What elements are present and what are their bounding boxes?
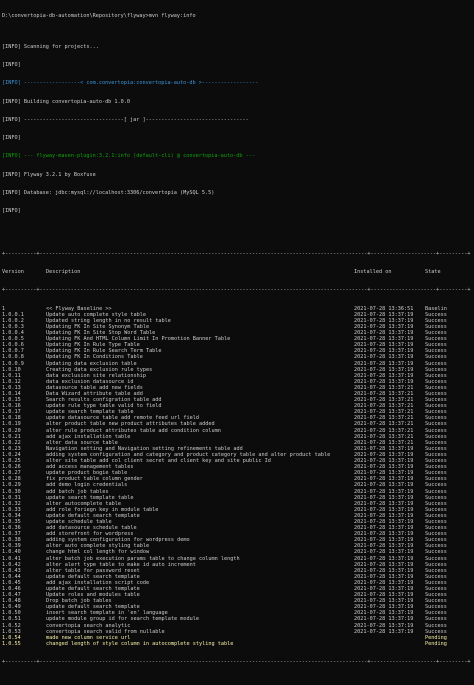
table-row: 1.0.55 changed length of style column in … (2, 641, 472, 647)
info-line: [INFO] (2, 135, 21, 142)
table-body: 1 << Flyway Baseline >> 2021-07-28 13:36:5… (2, 306, 472, 647)
description-cell: changed length of style column in autoco… (46, 640, 234, 647)
info-line: [INFO] --- flyway-maven-plugin:3.2.1:inf… (2, 153, 255, 160)
table-border: +----------+----------------------------… (2, 287, 471, 294)
command-prompt: D:\convertopia-db-automation\Repository\… (2, 13, 196, 20)
info-line: [INFO] (2, 61, 21, 68)
maven-info-output: [INFO] Scanning for projects... [INFO] [… (2, 31, 472, 226)
info-line: [INFO] Database: jdbc:mysql://localhost:… (2, 189, 215, 196)
table-border: +----------+----------------------------… (2, 659, 471, 666)
state-cell: Pending (425, 640, 447, 647)
migration-table: +----------+----------------------------… (2, 239, 472, 678)
info-line: [INFO] Scanning for projects... (2, 43, 99, 50)
info-line: [INFO] ------------------< com.convertop… (2, 80, 259, 87)
header-installed-on: Installed on (354, 269, 392, 276)
info-line: [INFO] (2, 208, 21, 215)
version-cell: 1.0.55 (2, 640, 21, 647)
table-header-row: Version Description Installed on State (2, 269, 472, 275)
info-line: [INFO] --------------------------------[… (2, 116, 249, 123)
header-state: State (425, 269, 441, 276)
info-line: [INFO] Building convertopia-auto-db 1.0.… (2, 98, 131, 105)
info-line: [INFO] Flyway 3.2.1 by Boxfuse (2, 171, 96, 178)
header-description: Description (46, 269, 81, 276)
table-border: +----------+----------------------------… (2, 250, 471, 257)
header-version: Version (2, 269, 24, 276)
terminal-window: D:\convertopia-db-automation\Repository\… (0, 0, 474, 685)
